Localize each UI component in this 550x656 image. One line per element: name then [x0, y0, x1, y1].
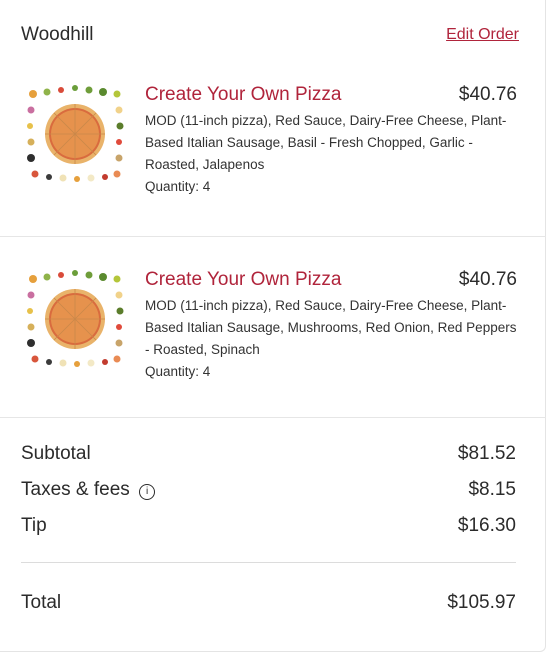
taxes-label-group: Taxes & fees i: [21, 479, 156, 501]
pizza-image: [27, 270, 124, 367]
price-summary: Subtotal $81.52 Taxes & fees i $8.15 Tip…: [0, 418, 545, 621]
item-title[interactable]: Create Your Own Pizza: [145, 84, 341, 106]
tip-label: Tip: [21, 515, 47, 536]
subtotal-value: $81.52: [457, 443, 516, 464]
edit-order-link[interactable]: Edit Order: [446, 26, 519, 44]
pizza-image: [27, 85, 124, 182]
order-item: Create Your Own Pizza $40.76 MOD (11-inc…: [0, 84, 545, 236]
item-quantity: Quantity: 4: [145, 364, 211, 379]
order-summary-panel: Woodhill Edit Order Create Your Own Pizz…: [0, 0, 546, 652]
total-value: $105.97: [447, 592, 516, 613]
tip-value: $16.30: [457, 515, 516, 536]
item-price: $40.76: [458, 269, 517, 290]
summary-divider: [21, 562, 516, 563]
taxes-row: Taxes & fees i $8.15: [21, 472, 516, 508]
order-header: Woodhill Edit Order: [0, 0, 545, 46]
taxes-value: $8.15: [468, 479, 516, 500]
item-description: MOD (11-inch pizza), Red Sauce, Dairy-Fr…: [145, 298, 517, 357]
subtotal-label: Subtotal: [21, 443, 91, 464]
item-title-row: Create Your Own Pizza $40.76: [145, 269, 517, 291]
order-item: Create Your Own Pizza $40.76 MOD (11-inc…: [0, 237, 545, 417]
tip-row: Tip $16.30: [21, 508, 516, 544]
item-title-row: Create Your Own Pizza $40.76: [145, 84, 517, 106]
item-description: MOD (11-inch pizza), Red Sauce, Dairy-Fr…: [145, 113, 507, 172]
total-label: Total: [21, 592, 62, 613]
store-name: Woodhill: [21, 24, 94, 45]
total-row: Total $105.97: [21, 585, 516, 621]
item-title[interactable]: Create Your Own Pizza: [145, 269, 341, 291]
subtotal-row: Subtotal $81.52: [21, 436, 516, 472]
info-circle-icon[interactable]: i: [139, 484, 156, 500]
item-details: Create Your Own Pizza $40.76 MOD (11-inc…: [145, 269, 517, 417]
item-details: Create Your Own Pizza $40.76 MOD (11-inc…: [145, 84, 517, 236]
taxes-label: Taxes & fees: [21, 479, 130, 500]
item-quantity: Quantity: 4: [145, 179, 211, 194]
item-price: $40.76: [458, 84, 517, 105]
